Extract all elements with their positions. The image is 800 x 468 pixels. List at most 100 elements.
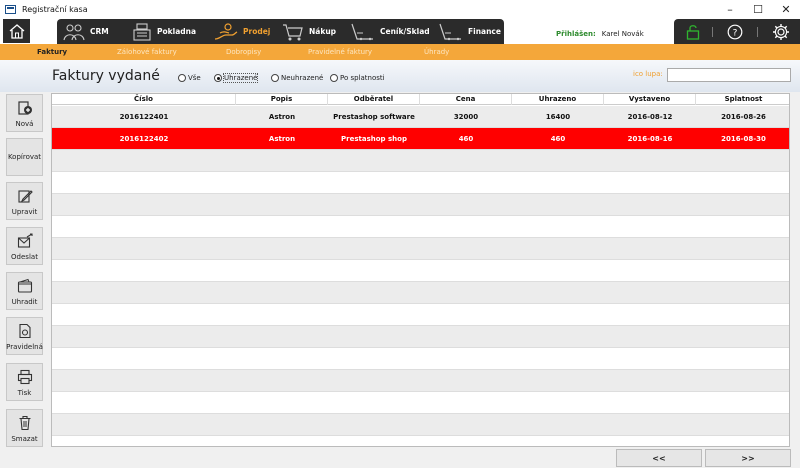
subnav-item-pravidelne-faktury[interactable]: Pravidelné faktury — [308, 44, 372, 60]
filter-bar: Faktury vydané Vše Uhrazené Neuhrazené P… — [0, 60, 800, 92]
print-icon — [17, 369, 32, 385]
recurring-button[interactable]: Pravidelná — [6, 317, 43, 355]
cell-odberatel: Prestashop software — [333, 113, 415, 121]
home-icon — [9, 24, 24, 39]
next-page-button[interactable]: >> — [705, 449, 791, 467]
action-sidebar: Nová Kopírovat Upravit Odeslat Uhradit P… — [0, 92, 48, 468]
new-button[interactable]: Nová — [6, 94, 43, 132]
column-header-cislo[interactable]: Číslo — [52, 94, 236, 105]
lock-icon[interactable] — [683, 22, 703, 42]
maximize-button[interactable]: ☐ — [744, 0, 772, 18]
cell-splatnost: 2016-08-26 — [721, 113, 766, 121]
filter-neuhrazene[interactable]: Neuhrazené — [271, 74, 323, 82]
ico-search-label: ico lupa: — [633, 70, 663, 78]
table-row-selected[interactable]: 2016122402 Astron Prestashop shop editor… — [52, 128, 789, 165]
delete-button[interactable]: Smazat — [6, 409, 43, 447]
people-icon — [63, 23, 85, 40]
trash-icon — [19, 415, 30, 431]
filter-label: Neuhrazené — [281, 74, 324, 82]
pay-button[interactable]: Uhradit — [6, 272, 43, 310]
module-crm[interactable]: CRM — [63, 19, 109, 44]
cell-cislo: 2016122402 — [119, 135, 169, 143]
svg-text:?: ? — [733, 29, 738, 39]
column-header-odberatel[interactable]: Odběratel — [328, 94, 420, 105]
module-bar: CRM Pokladna Prodej Nákup Ceník/Sklad Fi… — [57, 19, 504, 44]
subnav-item-dobropisy[interactable]: Dobropisy — [226, 44, 261, 60]
prev-page-button[interactable]: << — [616, 449, 702, 467]
empty-row — [52, 150, 789, 172]
module-pokladna[interactable]: Pokladna — [132, 19, 196, 44]
module-cenik-sklad[interactable]: Ceník/Sklad — [349, 19, 430, 44]
cell-popis: Astron — [268, 135, 296, 143]
sidebar-label: Pravidelná — [6, 343, 43, 351]
empty-row — [52, 282, 789, 304]
subnav-item-faktury[interactable]: Faktury — [37, 44, 67, 60]
module-prodej[interactable]: Prodej — [214, 19, 270, 44]
empty-row — [52, 392, 789, 414]
empty-row — [52, 304, 789, 326]
new-doc-icon — [17, 101, 32, 115]
gear-icon[interactable] — [771, 22, 791, 42]
sidebar-label: Upravit — [11, 208, 38, 216]
filter-label: Po splatnosti — [340, 74, 385, 82]
module-label: Ceník/Sklad — [380, 27, 430, 36]
module-label: Finance — [468, 27, 501, 36]
radio-dot[interactable] — [271, 74, 279, 82]
column-header-vystaveno[interactable]: Vystaveno — [604, 94, 696, 105]
page-title: Faktury vydané — [52, 68, 160, 84]
edit-icon — [17, 190, 33, 203]
copy-button[interactable]: Kopírovat — [6, 138, 43, 176]
table-header: Číslo Popis Odběratel Cena Uhrazeno Vyst… — [52, 94, 789, 105]
cash-register-icon — [133, 22, 151, 41]
filter-po-splatnosti[interactable]: Po splatnosti — [330, 74, 385, 82]
window-title: Registrační kasa — [22, 4, 88, 14]
module-label: Pokladna — [157, 27, 197, 36]
empty-row — [52, 370, 789, 392]
radio-dot[interactable] — [214, 74, 222, 82]
subnav-item-uhrady[interactable]: Úhrady — [424, 44, 449, 60]
empty-row — [52, 216, 789, 238]
column-header-splatnost[interactable]: Splatnost — [696, 94, 789, 105]
invoice-table: Číslo Popis Odběratel Cena Uhrazeno Vyst… — [51, 93, 790, 447]
hand-coins-icon — [214, 22, 238, 40]
empty-row — [52, 414, 789, 436]
print-button[interactable]: Tisk — [6, 363, 43, 401]
cell-cena: 32000 — [453, 113, 479, 121]
filter-vse[interactable]: Vše — [178, 74, 201, 82]
empty-row — [52, 194, 789, 216]
empty-row — [52, 326, 789, 348]
main-nav: CRM Pokladna Prodej Nákup Ceník/Sklad Fi… — [0, 18, 800, 44]
filter-uhrazene[interactable]: Uhrazené — [214, 73, 259, 83]
sidebar-label: Kopírovat — [7, 153, 42, 161]
cell-uhrazeno: 460 — [550, 135, 566, 143]
send-button[interactable]: Odeslat — [6, 227, 43, 265]
column-header-cena[interactable]: Cena — [420, 94, 512, 105]
empty-row — [52, 172, 789, 194]
subnav-item-zalohove-faktury[interactable]: Zálohové faktury — [117, 44, 177, 60]
table-row[interactable]: 2016122401 Astron Prestashop software 32… — [52, 106, 789, 128]
sub-nav: Faktury Zálohové faktury Dobropisy Pravi… — [0, 44, 800, 60]
empty-row — [52, 348, 789, 370]
minimize-button[interactable]: – — [716, 0, 744, 18]
divider — [712, 27, 713, 37]
sidebar-label: Odeslat — [11, 253, 38, 261]
module-nakup[interactable]: Nákup — [282, 19, 336, 44]
module-label: Prodej — [243, 27, 271, 36]
sidebar-label: Tisk — [17, 389, 32, 397]
window-titlebar: Registrační kasa – ☐ ✕ — [0, 0, 800, 18]
send-icon — [17, 233, 33, 248]
column-header-popis[interactable]: Popis — [236, 94, 328, 105]
ico-search-input[interactable] — [667, 68, 791, 82]
help-icon[interactable]: ? — [725, 22, 745, 42]
cell-cislo: 2016122401 — [119, 113, 169, 121]
edit-button[interactable]: Upravit — [6, 182, 43, 220]
module-finance[interactable]: Finance — [437, 19, 501, 44]
user-name: Karel Novák — [601, 30, 644, 38]
column-header-uhrazeno[interactable]: Uhrazeno — [512, 94, 604, 105]
radio-dot[interactable] — [178, 74, 186, 82]
cell-odberatel: Prestashop shop editor — [341, 135, 407, 165]
close-button[interactable]: ✕ — [772, 0, 800, 18]
filter-label: Vše — [188, 74, 201, 82]
home-button[interactable] — [3, 19, 30, 43]
radio-dot[interactable] — [330, 74, 338, 82]
